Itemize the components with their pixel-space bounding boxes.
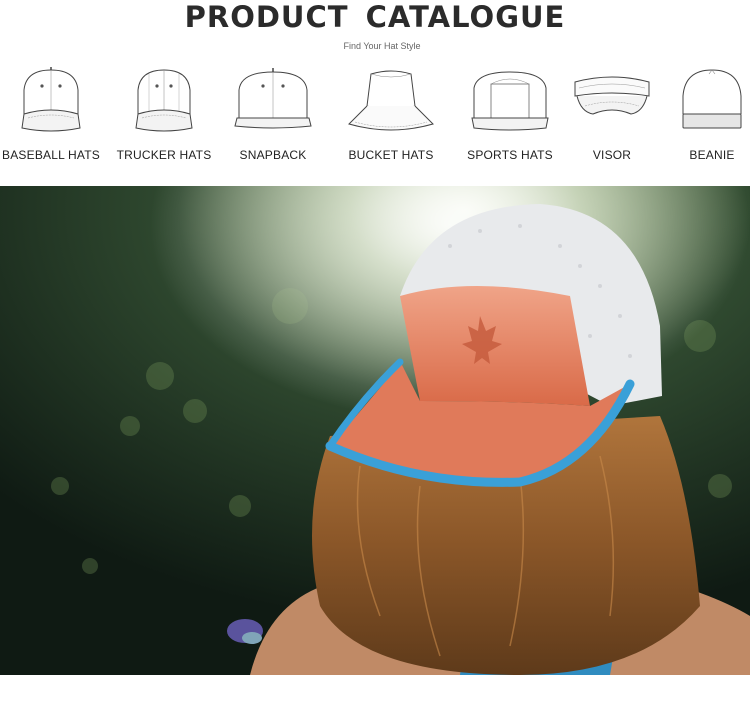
woman-in-sports-cap-image — [0, 186, 750, 675]
sports-hat-icon — [471, 71, 549, 131]
hat-item-trucker[interactable]: TRUCKER HATS — [114, 64, 214, 174]
hat-item-beanie[interactable]: BEANIE — [662, 64, 750, 174]
beanie-icon — [682, 69, 742, 129]
snapback-hat-icon — [234, 68, 312, 129]
page-title: PRODUCT CATALOGUE — [184, 0, 566, 34]
hat-item-baseball[interactable]: BASEBALL HATS — [1, 64, 101, 174]
trucker-hat-icon — [135, 69, 193, 132]
hat-item-snapback[interactable]: SNAPBACK — [223, 64, 323, 174]
page-subtitle: Find Your Hat Style — [343, 41, 421, 51]
hat-style-list: BASEBALL HATS TRUCKER HATS SNAPBACK BUCK… — [0, 64, 750, 174]
baseball-hat-icon — [21, 67, 81, 132]
bucket-hat-icon — [348, 70, 434, 131]
visor-icon — [574, 76, 650, 115]
lifestyle-photo — [0, 186, 750, 675]
hat-label-beanie: BEANIE — [689, 148, 735, 162]
hat-item-bucket[interactable]: BUCKET HATS — [341, 64, 441, 174]
